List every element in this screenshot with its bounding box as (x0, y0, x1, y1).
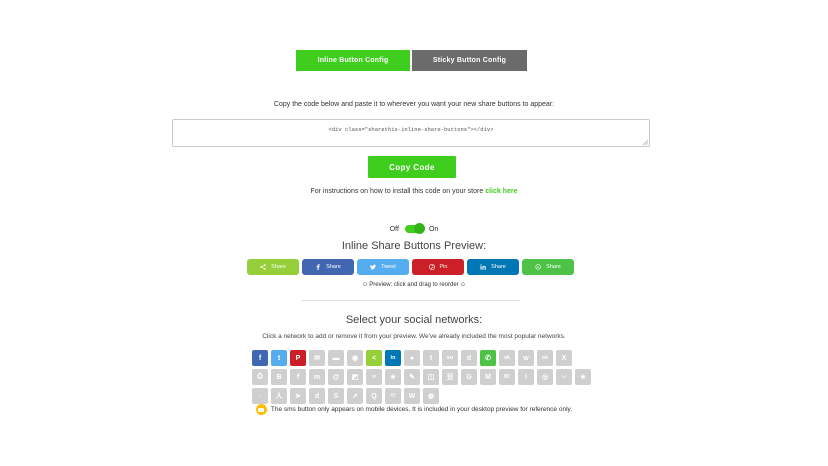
install-help: For instructions on how to install this … (0, 188, 828, 195)
select-networks-title: Select your social networks: (345, 314, 483, 326)
sms-icon (255, 404, 267, 415)
meneame-icon[interactable]: m (309, 369, 325, 385)
drag-reorder-hint: ✩ Preview: click and drag to reorder ✩ (362, 282, 466, 288)
preview-title: Inline Share Buttons Preview: (341, 240, 487, 252)
instapaper-icon[interactable]: I (518, 369, 534, 385)
network-grid-row-2: ⎙ Bf m @ ◩ ≡ ★ ✎ ◫ 豆 G M B! I ◎ ⌵ ★ (252, 369, 591, 385)
douban-icon[interactable]: 豆 (442, 369, 458, 385)
select-networks-subtitle: Click a network to add or remove it from… (262, 333, 566, 340)
share-button-label: Pin (439, 264, 448, 270)
click-here-link[interactable]: click here (485, 188, 517, 195)
messenger-icon[interactable]: ◉ (347, 350, 363, 366)
surfingbird-icon[interactable]: ➤ (290, 388, 306, 404)
copy-code-button[interactable]: Copy Code (368, 156, 456, 178)
delicious-icon[interactable]: ◩ (347, 369, 363, 385)
toggle-on-label: On (428, 225, 439, 233)
qzone-icon[interactable]: ★ (575, 369, 591, 385)
hatena-icon[interactable]: B! (499, 369, 515, 385)
diigo-icon[interactable]: d (309, 388, 325, 404)
pocket-icon[interactable]: ⌵ (556, 369, 572, 385)
share-button-label: Share (326, 264, 341, 270)
facebook-icon[interactable]: f (252, 350, 268, 366)
stumbleupon-icon[interactable]: su (442, 350, 458, 366)
twitter-icon (370, 264, 377, 270)
sms-icon[interactable]: ▬ (328, 350, 344, 366)
telegram-icon[interactable]: ➚ (347, 388, 363, 404)
buffer-icon[interactable]: ≡ (366, 369, 382, 385)
share-buttons-preview: Share Share Tweet Pin Share Share (247, 259, 574, 275)
share-button-pinterest[interactable]: Pin (412, 259, 464, 275)
bookmark-star-icon[interactable]: ★ (385, 369, 401, 385)
network-grid-row-1: f t P ✉ ▬ ◉ < in ● t su d ✆ vk w ok X (252, 350, 572, 366)
xing-icon[interactable]: X (556, 350, 572, 366)
wordpress-icon[interactable]: W (404, 388, 420, 404)
share-button-facebook[interactable]: Share (302, 259, 354, 275)
facebook-icon (316, 264, 320, 270)
sms-note-text: The sms button only appears on mobile de… (270, 406, 573, 413)
preview-toggle-row: Off On (0, 223, 828, 234)
pinterest-icon[interactable]: P (290, 350, 306, 366)
resize-grip-icon[interactable] (642, 139, 648, 145)
odnoklassniki-icon[interactable]: ok (537, 350, 553, 366)
mailru-icon[interactable]: @ (328, 369, 344, 385)
toggle-off-label: Off (389, 225, 399, 233)
code-snippet: <div class="sharethis-inline-share-butto… (328, 126, 494, 133)
wechat-icon[interactable]: ◍ (423, 388, 439, 404)
network-grid-row-3: ◌ 人 ➤ d S ➚ Q Y! W ◍ (252, 388, 439, 404)
email-icon[interactable]: ✉ (309, 350, 325, 366)
linkedin-icon[interactable]: in (385, 350, 401, 366)
blogger-icon[interactable]: B (271, 369, 287, 385)
reddit-icon[interactable]: ● (404, 350, 420, 366)
copy-instructions: Copy the code below and paste it to wher… (273, 101, 555, 108)
whatsapp-icon[interactable]: ✆ (480, 350, 496, 366)
section-divider (302, 300, 520, 301)
share-button-label: Share (546, 264, 561, 270)
google-icon[interactable]: G (461, 369, 477, 385)
share-icon (260, 264, 266, 270)
tab-sticky-button-config[interactable]: Sticky Button Config (412, 50, 527, 71)
sms-note: The sms button only appears on mobile de… (0, 404, 828, 415)
toggle-knob (413, 223, 425, 234)
weibo-icon[interactable]: w (518, 350, 534, 366)
tumblr-icon[interactable]: t (423, 350, 439, 366)
pinterest-icon (428, 264, 435, 270)
config-tabs: Inline Button Config Sticky Button Confi… (296, 50, 527, 71)
tab-inline-button-config[interactable]: Inline Button Config (296, 50, 410, 71)
livejournal-icon[interactable]: ✎ (404, 369, 420, 385)
code-textarea[interactable]: <div class="sharethis-inline-share-butto… (172, 119, 650, 147)
sharethis-icon[interactable]: < (366, 350, 382, 366)
share-button-label: Tweet (381, 264, 396, 270)
google-bookmarks-icon[interactable]: ◫ (423, 369, 439, 385)
flipboard-icon[interactable]: f (290, 369, 306, 385)
share-button-label: Share (271, 264, 286, 270)
install-help-text: For instructions on how to install this … (310, 188, 484, 195)
line-icon[interactable]: ◎ (537, 369, 553, 385)
refind-icon[interactable]: ◌ (252, 388, 268, 404)
share-button-twitter[interactable]: Tweet (357, 259, 409, 275)
skype-icon[interactable]: S (328, 388, 344, 404)
vk-icon[interactable]: vk (499, 350, 515, 366)
share-button-whatsapp[interactable]: Share (522, 259, 574, 275)
renren-icon[interactable]: 人 (271, 388, 287, 404)
print-icon[interactable]: ⎙ (252, 369, 268, 385)
gmail-icon[interactable]: M (480, 369, 496, 385)
whatsapp-icon (535, 264, 541, 270)
share-button-label: Share (491, 264, 506, 270)
yahoo-icon[interactable]: Y! (385, 388, 401, 404)
share-button-linkedin[interactable]: Share (467, 259, 519, 275)
tencent-qq-icon[interactable]: Q (366, 388, 382, 404)
linkedin-icon (480, 264, 486, 270)
digg-icon[interactable]: d (461, 350, 477, 366)
twitter-icon[interactable]: t (271, 350, 287, 366)
preview-toggle-switch[interactable] (404, 223, 425, 234)
share-button-sharethis[interactable]: Share (247, 259, 299, 275)
